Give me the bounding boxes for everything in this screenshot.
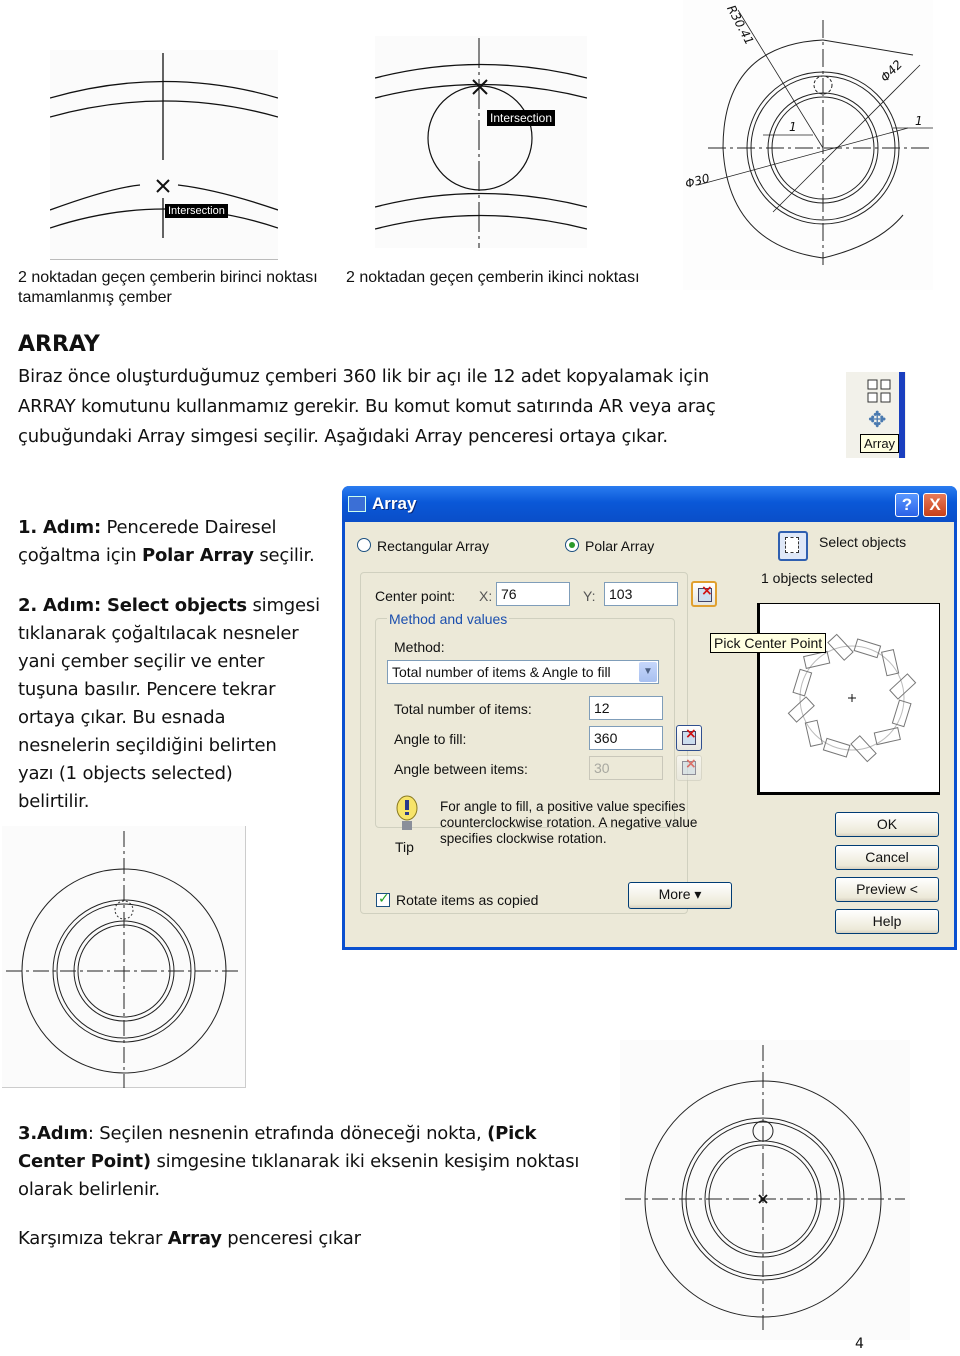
intersection-tooltip: Intersection [165, 204, 228, 218]
center-y-input[interactable]: 103 [604, 582, 678, 606]
figure-dimensioned-part: R30.41 Φ42 Φ30 1 1 [683, 0, 945, 290]
tip-text: For angle to fill, a positive value spec… [440, 799, 698, 846]
step-3: 3.Adım: Seçilen nesnenin etrafında dönec… [18, 1123, 580, 1200]
polar-array-radio[interactable] [565, 538, 579, 552]
total-items-label: Total number of items: [394, 701, 532, 717]
preview-button[interactable]: Preview < [835, 877, 939, 902]
pick-center-point-tooltip: Pick Center Point [710, 633, 827, 653]
pick-center-point-button[interactable] [691, 581, 717, 607]
rectangular-array-label[interactable]: Rectangular Array [377, 538, 489, 554]
page-number: 4 [855, 1336, 864, 1352]
fig2-caption: 2 noktadan geçen çemberin ikinci noktası [346, 269, 640, 286]
rotate-items-checkbox[interactable] [376, 891, 390, 907]
section-heading: ARRAY [18, 332, 100, 357]
angle-between-input: 30 [589, 756, 663, 780]
step-1: 1. Adım: Pencerede Dairesel çoğaltma içi… [18, 517, 315, 566]
method-label: Method: [394, 639, 445, 655]
y-label: Y: [583, 588, 596, 604]
intersection-tooltip: Intersection [487, 110, 556, 126]
angle-between-label: Angle between items: [394, 761, 528, 777]
more-button[interactable]: More ▾ [628, 882, 732, 909]
method-dropdown[interactable]: Total number of items & Angle to fill ▼ [387, 660, 659, 684]
fig1-caption: 2 noktadan geçen çemberin birinci noktas… [18, 269, 318, 306]
total-items-input[interactable]: 12 [589, 696, 663, 720]
dim-thickness-label: 1 [915, 114, 923, 128]
method-values-legend: Method and values [387, 611, 510, 627]
array-preview-pane [757, 603, 940, 795]
x-label: X: [479, 588, 493, 604]
dialog-titlebar[interactable]: Array ? X [342, 486, 957, 522]
divider [50, 259, 278, 260]
angle-fill-label: Angle to fill: [394, 731, 467, 747]
pick-angle-fill-button[interactable] [676, 725, 702, 751]
rotate-items-label[interactable]: Rotate items as copied [396, 892, 538, 908]
cad-drawing-arcs [49, 53, 279, 238]
polar-settings-group: Center point: X: 76 Y: 103 Method and va… [360, 572, 732, 914]
figure-center-point-picked [620, 1040, 910, 1340]
select-objects-label: Select objects [819, 534, 907, 550]
help-button[interactable]: Help [835, 909, 939, 934]
array-app-icon [348, 496, 366, 512]
array-grid-icon [867, 379, 891, 403]
tip-label: Tip [395, 839, 414, 855]
rectangular-array-radio[interactable] [357, 538, 371, 552]
objects-selected-status: 1 objects selected [761, 570, 874, 586]
step-2: 2. Adım: Select objects simgesi tıklanar… [18, 595, 320, 812]
figure-intersection-second-point: Intersection [374, 36, 588, 248]
help-title-button[interactable]: ? [895, 493, 919, 517]
final-note: Karşımıza tekrar Array penceresi çıkar [18, 1228, 361, 1249]
cad-drawing-circle [374, 38, 588, 248]
center-point-label: Center point: [375, 588, 456, 604]
cancel-button[interactable]: Cancel [835, 845, 939, 870]
chevron-down-icon[interactable]: ▼ [639, 662, 657, 682]
array-tooltip: Array [860, 434, 900, 453]
move-icon: ✥ [868, 408, 887, 433]
polar-array-label[interactable]: Polar Array [585, 538, 654, 554]
select-objects-icon [785, 537, 799, 553]
lightbulb-tip-icon [396, 795, 418, 830]
center-x-input[interactable]: 76 [496, 582, 570, 606]
array-toolbar-button[interactable]: ✥ Array [846, 372, 906, 458]
close-button[interactable]: X [923, 493, 947, 517]
toolbar-edge [899, 372, 905, 458]
figure-intersection-first-point: Intersection [49, 50, 279, 260]
dialog-title: Array [372, 494, 417, 513]
ok-button[interactable]: OK [835, 812, 939, 837]
cad-drawing-center-picked [625, 1045, 905, 1330]
pick-angle-between-button [676, 755, 702, 781]
cad-drawing-dimensions [697, 9, 945, 265]
select-objects-button[interactable] [778, 531, 808, 561]
figure-array-source-circle [2, 826, 246, 1088]
dim-thickness-label: 1 [789, 120, 797, 134]
section-paragraph: Biraz önce oluşturduğumuz çemberi 360 li… [18, 366, 716, 447]
cad-drawing-rings [6, 831, 242, 1088]
method-value: Total number of items & Angle to fill [392, 664, 611, 680]
angle-fill-input[interactable]: 360 [589, 726, 663, 750]
array-dialog: Array ? X Rectangular Array Polar Array … [342, 486, 957, 950]
